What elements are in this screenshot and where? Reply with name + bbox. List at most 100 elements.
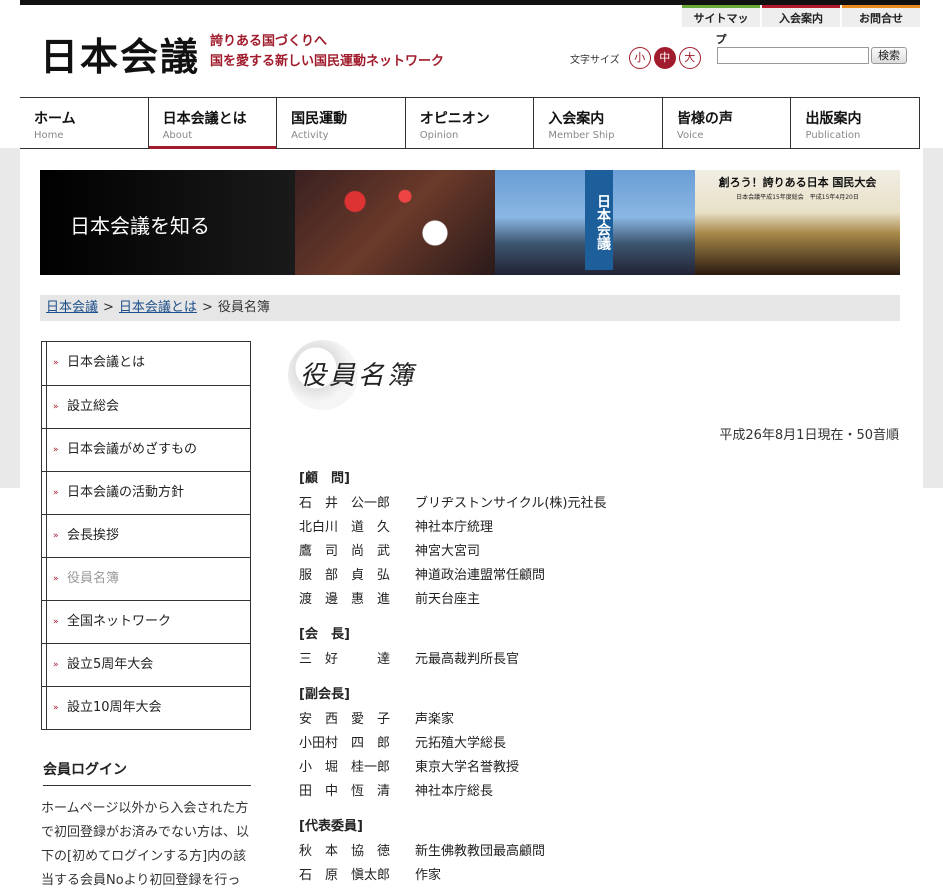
breadcrumb-separator: > bbox=[103, 300, 114, 315]
nav-label-jp: 国民運動 bbox=[291, 111, 348, 127]
font-size-switcher: 文字サイズ 小 中 大 bbox=[570, 47, 701, 69]
util-link-sitemap[interactable]: サイトマップ bbox=[682, 5, 760, 46]
breadcrumb-link-home[interactable]: 日本会議 bbox=[46, 300, 98, 315]
roster-row: 石 原 愼太郎 作家 bbox=[299, 866, 899, 890]
site-tagline: 誇りある国づくりへ 国を愛する新しい国民運動ネットワーク bbox=[210, 32, 444, 72]
roster-row: 鷹 司 尚 武 神宮大宮司 bbox=[299, 542, 899, 566]
right-gray-band bbox=[923, 148, 943, 488]
tagline-line2: 国を愛する新しい国民運動ネットワーク bbox=[210, 54, 445, 69]
roster-row: 安 西 愛 子 声楽家 bbox=[299, 710, 899, 734]
nav-item-opinion[interactable]: オピニオン Opinion bbox=[404, 98, 534, 148]
member-role: 作家 bbox=[415, 868, 442, 883]
member-role: 前天台座主 bbox=[415, 592, 481, 607]
street-speech-photo: 日本会議 bbox=[495, 170, 695, 275]
site-search: 検索 bbox=[717, 47, 907, 64]
roster-group-chairman: [会 長] 三 好 達 元最高裁判所長官 bbox=[299, 626, 899, 674]
nav-label-en: About bbox=[162, 130, 193, 141]
member-name: 田 中 恆 清 bbox=[299, 784, 391, 799]
member-role: ブリヂストンサイクル(株)元社長 bbox=[415, 496, 607, 511]
font-size-large-button[interactable]: 大 bbox=[678, 47, 701, 69]
member-name: 石 原 愼太郎 bbox=[299, 868, 391, 883]
sidebar-item-goals[interactable]: 日本会議がめざすもの bbox=[42, 428, 250, 471]
roster-row: 北白川 道 久 神社本庁統理 bbox=[299, 518, 899, 542]
convention-caption: 創ろう！誇りある日本 国民大会 bbox=[718, 176, 877, 189]
member-name: 鷹 司 尚 武 bbox=[299, 544, 391, 559]
roster-row: 渡 邊 惠 進 前天台座主 bbox=[299, 590, 899, 614]
roster-row: 石 井 公一郎 ブリヂストンサイクル(株)元社長 bbox=[299, 494, 899, 518]
member-name: 服 部 貞 弘 bbox=[299, 568, 391, 583]
sidebar-item-network[interactable]: 全国ネットワーク bbox=[42, 600, 250, 643]
nav-label-en: Voice bbox=[676, 130, 704, 141]
as-of-date: 平成26年8月1日現在・50音順 bbox=[719, 428, 899, 443]
page-title: 役員名簿 bbox=[300, 361, 417, 391]
search-input[interactable] bbox=[717, 47, 869, 64]
font-size-medium-button[interactable]: 中 bbox=[653, 47, 676, 69]
member-name: 安 西 愛 子 bbox=[299, 712, 391, 727]
roster-row: 三 好 達 元最高裁判所長官 bbox=[299, 650, 899, 674]
member-role: 神宮大宮司 bbox=[415, 544, 481, 559]
hero-banner: 日本会議を知る 日本会議 創ろう！誇りある日本 国民大会 日本会議平成15年度総… bbox=[40, 170, 900, 275]
nav-item-home[interactable]: ホーム Home bbox=[20, 98, 148, 148]
rally-flags-photo bbox=[295, 170, 495, 275]
nav-item-voice[interactable]: 皆様の声 Voice bbox=[661, 98, 791, 148]
search-button[interactable]: 検索 bbox=[871, 47, 907, 64]
sidebar-item-greeting[interactable]: 会長挨拶 bbox=[42, 514, 250, 557]
nav-item-publication[interactable]: 出版案内 Publication bbox=[790, 98, 921, 148]
convention-subcaption: 日本会議平成15年度総会 平成15年4月20日 bbox=[736, 194, 859, 201]
breadcrumb-current: 役員名簿 bbox=[217, 300, 270, 315]
nav-label-en: Opinion bbox=[419, 130, 459, 141]
util-link-contact[interactable]: お問合せ bbox=[842, 5, 920, 27]
nav-label-en: Publication bbox=[805, 130, 861, 141]
member-role: 新生佛教教団最高顧問 bbox=[415, 844, 546, 859]
sidebar-item-founding-meeting[interactable]: 設立総会 bbox=[42, 385, 250, 428]
nav-label-jp: ホーム bbox=[34, 111, 76, 127]
roster-row: 小 堀 桂一郎 東京大学名誉教授 bbox=[299, 758, 899, 782]
vertical-banner: 日本会議 bbox=[585, 170, 613, 270]
member-name: 渡 邊 惠 進 bbox=[299, 592, 391, 607]
site-logo[interactable]: 日本会議 bbox=[40, 26, 200, 81]
member-role: 東京大学名誉教授 bbox=[415, 760, 520, 775]
nav-label-jp: 皆様の声 bbox=[676, 111, 733, 127]
member-role: 神社本庁総長 bbox=[415, 784, 494, 799]
util-link-join[interactable]: 入会案内 bbox=[762, 5, 840, 27]
group-title: [会 長] bbox=[299, 627, 350, 642]
sidebar-item-policy[interactable]: 日本会議の活動方針 bbox=[42, 471, 250, 514]
sidebar-item-officers[interactable]: 役員名簿 bbox=[42, 557, 250, 600]
font-size-label: 文字サイズ bbox=[570, 54, 620, 66]
group-title: [副会長] bbox=[299, 687, 350, 702]
nav-item-about[interactable]: 日本会議とは About bbox=[147, 98, 277, 149]
font-size-small-button[interactable]: 小 bbox=[628, 47, 651, 69]
sidebar-item-5th-anniversary[interactable]: 設立5周年大会 bbox=[42, 643, 250, 686]
main-nav: ホーム Home 日本会議とは About 国民運動 Activity オピニオ… bbox=[20, 97, 921, 149]
roster-group-representatives: [代表委員] 秋 本 協 徳 新生佛教教団最高顧問 石 原 愼太郎 作家 bbox=[299, 818, 899, 890]
breadcrumb: 日本会議 > 日本会議とは > 役員名簿 bbox=[40, 295, 900, 321]
breadcrumb-separator: > bbox=[201, 300, 213, 315]
sidebar-nav: 日本会議とは 設立総会 日本会議がめざすもの 日本会議の活動方針 会長挨拶 役員… bbox=[41, 341, 251, 730]
roster-row: 小田村 四 郎 元拓殖大学総長 bbox=[299, 734, 899, 758]
nav-label-en: Home bbox=[34, 130, 64, 141]
member-name: 秋 本 協 徳 bbox=[299, 844, 391, 859]
sidebar-item-about[interactable]: 日本会議とは bbox=[42, 342, 250, 385]
member-role: 声楽家 bbox=[415, 712, 455, 727]
member-name: 石 井 公一郎 bbox=[299, 496, 391, 511]
member-role: 元拓殖大学総長 bbox=[415, 736, 507, 751]
roster-row: 田 中 恆 清 神社本庁総長 bbox=[299, 782, 899, 806]
nav-label-jp: オピニオン bbox=[419, 111, 490, 127]
breadcrumb-link-about[interactable]: 日本会議とは bbox=[119, 300, 197, 315]
group-title: [代表委員] bbox=[299, 819, 363, 834]
officer-roster: [顧 問] 石 井 公一郎 ブリヂストンサイクル(株)元社長 北白川 道 久神社本… bbox=[299, 470, 899, 890]
member-role: 元最高裁判所長官 bbox=[415, 652, 520, 667]
tagline-line1: 誇りある国づくりへ bbox=[210, 34, 328, 49]
nav-label-jp: 入会案内 bbox=[548, 111, 605, 127]
nav-item-activity[interactable]: 国民運動 Activity bbox=[276, 98, 405, 148]
nav-item-membership[interactable]: 入会案内 Member Ship bbox=[533, 98, 662, 148]
member-role: 神社本庁統理 bbox=[415, 520, 494, 535]
group-title: [顧 問] bbox=[299, 471, 350, 486]
member-name: 小 堀 桂一郎 bbox=[299, 760, 391, 775]
sidebar-item-10th-anniversary[interactable]: 設立10周年大会 bbox=[42, 686, 250, 729]
nav-label-en: Member Ship bbox=[548, 130, 615, 141]
roster-group-advisors: [顧 問] 石 井 公一郎 ブリヂストンサイクル(株)元社長 北白川 道 久 神社本… bbox=[299, 470, 899, 614]
member-login-title: 会員ログイン bbox=[43, 759, 251, 786]
member-login-text: ホームページ以外から入会された方で初回登録がお済みでない方は、以下の[初めてログ… bbox=[41, 801, 250, 888]
hero-title: 日本会議を知る bbox=[40, 170, 295, 275]
